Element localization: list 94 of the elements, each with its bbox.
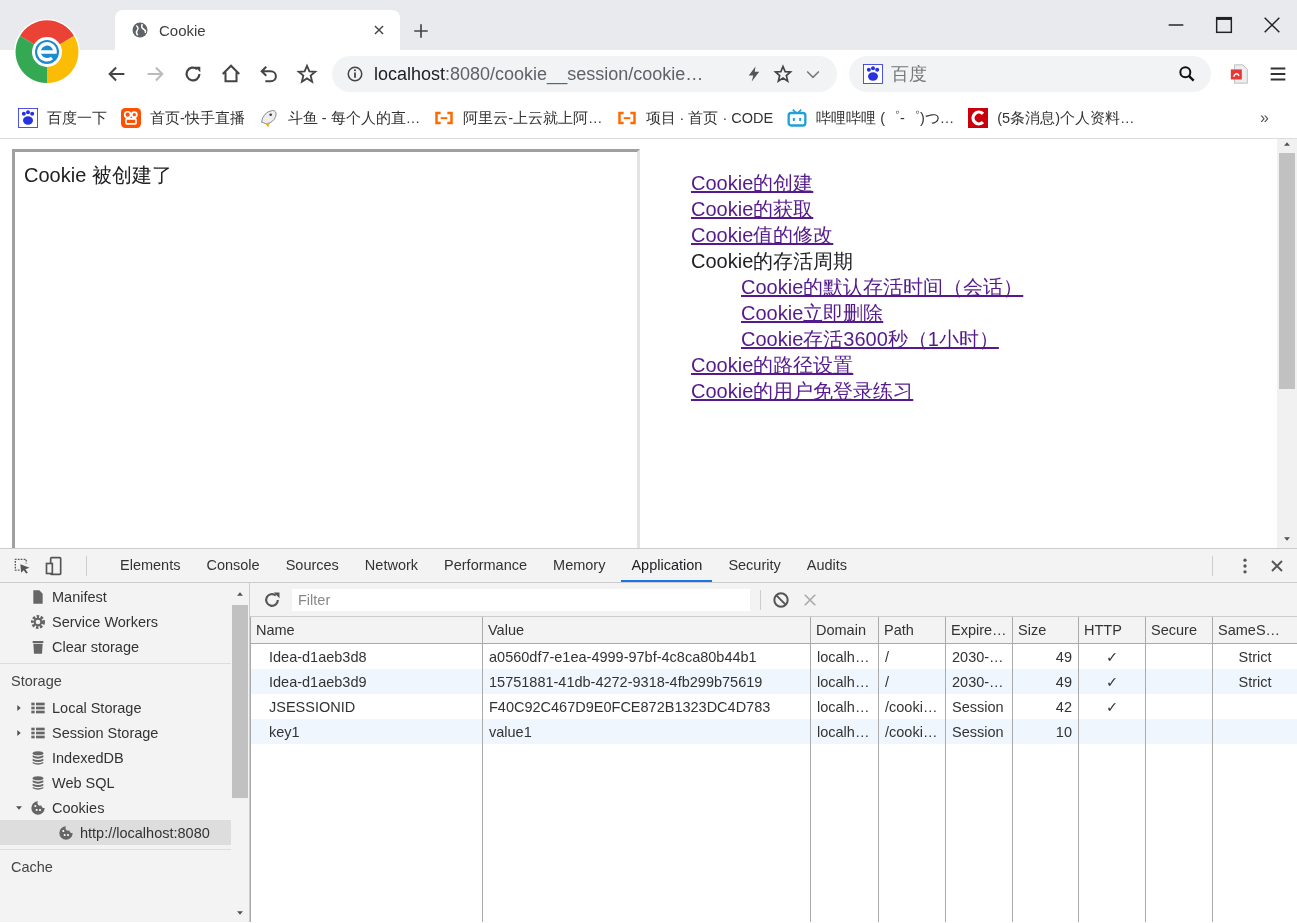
table-cell: /cooki… (878, 719, 946, 744)
page-link[interactable]: Cookie的默认存活时间（会话） (741, 274, 1024, 300)
tree-item[interactable]: IndexedDB (0, 745, 231, 770)
devtools-tab[interactable]: Memory (543, 549, 616, 582)
close-icon[interactable] (1261, 14, 1283, 36)
cookie-icon (30, 799, 46, 816)
fish-icon (258, 108, 279, 128)
device-icon[interactable] (44, 555, 64, 576)
home-icon[interactable] (220, 63, 242, 85)
status-message: Cookie 被创建了 (24, 164, 172, 186)
bookmark[interactable]: 斗鱼 - 每个人的直… (258, 108, 421, 128)
devtools-tab[interactable]: Console (196, 549, 270, 582)
new-tab-icon[interactable] (412, 22, 430, 40)
page-link[interactable]: Cookie的创建 (691, 170, 814, 196)
devtools-tab[interactable]: Sources (275, 549, 349, 582)
page-link[interactable]: Cookie的获取 (691, 196, 814, 222)
search-box[interactable]: 百度 (849, 56, 1211, 92)
tree-item[interactable]: Cookies (0, 795, 231, 820)
bookmark[interactable]: (5条消息)个人资料… (968, 108, 1135, 128)
paw-icon (18, 108, 38, 128)
column-header[interactable]: Secure (1145, 617, 1213, 644)
tree-item[interactable]: Session Storage (0, 720, 231, 745)
file-icon (30, 588, 46, 605)
page-link[interactable]: Cookie值的修改 (691, 222, 834, 248)
column-header[interactable]: Size (1012, 617, 1079, 644)
bookmark[interactable]: 项目 · 首页 · CODE (616, 108, 774, 128)
table-cell: 10 (1012, 719, 1079, 744)
table-cell: 2030-… (945, 669, 1013, 694)
section-heading: Storage (10, 672, 63, 691)
tree-item[interactable]: Service Workers (0, 609, 231, 634)
search-field[interactable]: 百度 (889, 58, 1171, 90)
cookie-icon (58, 824, 74, 841)
paw-icon (863, 64, 884, 84)
bookmark[interactable]: 百度一下 (18, 108, 107, 128)
devtools-tab[interactable]: Security (718, 549, 791, 582)
search-icon[interactable] (1177, 64, 1197, 84)
tree-item[interactable]: Clear storage (0, 634, 231, 659)
table-cell: ✓ (1078, 669, 1146, 694)
table-cell: 49 (1012, 669, 1079, 694)
page-link[interactable]: Cookie的路径设置 (691, 352, 854, 378)
gear-icon (30, 613, 46, 630)
table-cell: localh… (810, 719, 879, 744)
table-cell: Session (945, 719, 1013, 744)
filter-field[interactable]: Filter (292, 588, 750, 611)
table-cell: key1 (250, 719, 483, 744)
clear-all-icon[interactable] (771, 589, 791, 610)
bookmark[interactable]: 哔哩哔哩 (゜-゜)つ… (787, 108, 955, 128)
section-label: Cookie的存活周期 (691, 249, 854, 274)
column-header[interactable]: Path (878, 617, 946, 644)
tab-title: Cookie (159, 21, 207, 39)
page-link[interactable]: Cookie存活3600秒（1小时） (741, 326, 999, 352)
column-header[interactable]: HTTP (1078, 617, 1146, 644)
section-heading: Cache (10, 858, 54, 877)
devtools-tab[interactable]: Elements (110, 549, 191, 582)
devtools-tab[interactable]: Performance (434, 549, 538, 582)
tree-item[interactable]: http://localhost:8080 (0, 820, 231, 845)
table-cell: / (878, 669, 946, 694)
info-icon (346, 65, 364, 83)
bookmarks-overflow-button[interactable]: » (1260, 109, 1269, 127)
address-bar[interactable]: localhost:8080/cookie__session/cookie… (332, 56, 838, 92)
maximize-icon[interactable] (1213, 14, 1235, 36)
table-cell: value1 (482, 719, 811, 744)
column-header[interactable]: Name (250, 617, 483, 644)
undo-icon[interactable] (258, 63, 280, 85)
column-header[interactable]: Domain (810, 617, 879, 644)
tree-item[interactable]: Local Storage (0, 695, 231, 720)
column-header[interactable]: Expire… (945, 617, 1013, 644)
database-icon (30, 774, 46, 791)
browser-tab[interactable]: Cookie (115, 10, 400, 50)
star-icon[interactable] (773, 64, 794, 84)
tree-item[interactable]: Web SQL (0, 770, 231, 795)
table-cell: localh… (810, 669, 879, 694)
table-cell: Strict (1212, 669, 1297, 694)
column-header[interactable]: SameS… (1212, 617, 1297, 644)
tree-item[interactable]: Manifest (0, 584, 231, 609)
table-cell: Idea-d1aeb3d9 (250, 669, 483, 694)
star-icon[interactable] (296, 63, 318, 85)
globe-icon (131, 21, 149, 39)
trash-icon (30, 638, 46, 655)
table-cell: 15751881-41db-4272-9318-4fb299b75619 (482, 669, 811, 694)
database-icon (30, 749, 46, 766)
pdf-icon[interactable] (1229, 63, 1251, 85)
page-link[interactable]: Cookie的用户免登录练习 (691, 378, 914, 404)
devtools-tab[interactable]: Audits (796, 549, 858, 582)
tv-icon (787, 108, 808, 128)
page-link[interactable]: Cookie立即删除 (741, 300, 884, 326)
bookmark[interactable]: 首页-快手直播 (121, 108, 245, 128)
close-icon[interactable] (372, 23, 386, 37)
scrollbar[interactable] (1277, 139, 1297, 548)
letter-icon (968, 108, 989, 128)
bookmark[interactable]: 阿里云-上云就上阿… (434, 108, 603, 128)
app-icon (121, 108, 141, 128)
column-header[interactable]: Value (482, 617, 811, 644)
devtools-tab[interactable]: Network (354, 549, 429, 582)
